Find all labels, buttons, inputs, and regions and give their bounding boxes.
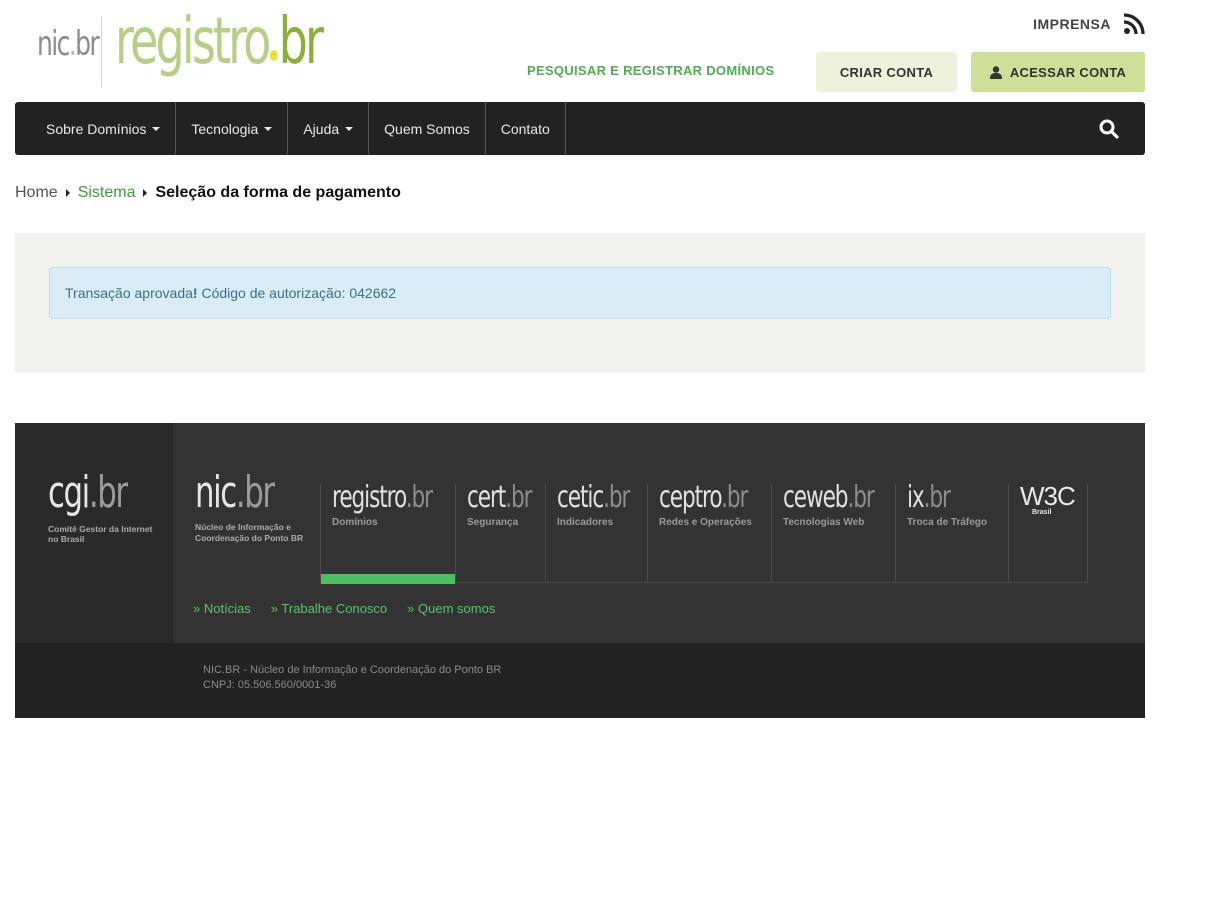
nav-label: Quem Somos [384,120,470,137]
brand-cetic[interactable]: cetic.br Indicadores [545,483,647,583]
nav-item-quem-somos[interactable]: Quem Somos [369,102,486,155]
brand-suffix: br [853,480,875,515]
nic-logo-suffix: br [75,24,100,64]
logo-divider [101,17,102,87]
brand-suffix: br [608,480,631,515]
nic-logo-text: nic [37,24,70,64]
footer-org-name: NIC.BR - Núcleo de Informação e Coordena… [203,664,502,676]
footer-brand-row: registro.br Domínios cert.br Segurança c… [320,480,1088,584]
footer-link-quem-somos[interactable]: » Quem somos [407,601,495,616]
rss-icon[interactable] [1123,13,1145,35]
brand-subtitle: Tecnologias Web [783,517,865,528]
breadcrumb-home[interactable]: Home [15,184,58,202]
site-header: nic.br registro br IMPRENSA PESQUISAR E R… [15,0,1145,100]
footer-link-noticias[interactable]: » Notícias [193,601,251,616]
brand-ceweb[interactable]: ceweb.br Tecnologias Web [771,483,895,583]
brand-cert[interactable]: cert.br Segurança [455,483,545,583]
imprensa-link[interactable]: IMPRENSA [1033,16,1111,32]
brand-suffix: br [411,480,434,515]
alert-text-prefix: Transação aprovada [65,285,193,301]
nic-subtitle: Núcleo de Informação e Coordenação do Po… [195,522,304,543]
search-icon[interactable] [1099,119,1119,139]
nav-item-sobre-dominios[interactable]: Sobre Domínios [31,102,177,155]
nav-item-ajuda[interactable]: Ajuda [288,102,370,155]
footer-links: » Notícias » Trabalhe Conosco » Quem som… [193,601,495,616]
nic-br-logo[interactable]: nic.br [37,24,100,64]
w3c-logo: W3C [1020,481,1076,511]
brand-ix[interactable]: ix.br Troca de Tráfego [895,483,1008,583]
brand-ceptro[interactable]: ceptro.br Redes e Operações [647,483,771,583]
nav-label: Ajuda [303,120,340,137]
footer-cnpj: CNPJ: 05.506.560/0001-36 [203,679,337,691]
nic-footer-logo-text: nic [195,467,237,518]
brand-name: cert [467,480,506,515]
alert-text-suffix: Código de autorização: 042662 [197,285,397,301]
cgi-logo-text: cgi [48,467,90,518]
cgi-logo-suffix: br [97,467,128,518]
nav-label: Sobre Domínios [46,120,147,137]
brand-subtitle: Domínios [332,517,378,528]
breadcrumb-arrow-icon [65,189,70,197]
nav-label: Contato [500,120,550,137]
user-icon [989,65,1002,79]
cgi-subtitle: Comitê Gestor da Internet no Brasil [48,524,153,544]
site-footer: cgi.br Comitê Gestor da Internet no Bras… [15,423,1145,718]
breadcrumb-current: Seleção da forma de pagamento [155,184,401,201]
success-alert: Transação aprovada! Código de autorizaçã… [49,267,1111,319]
brand-subtitle: Troca de Tráfego [907,517,988,528]
logo-dot [269,50,278,61]
brand-suffix: br [726,480,749,515]
content-panel: Transação aprovada! Código de autorizaçã… [15,233,1145,373]
acessar-conta-label: ACESSAR CONTA [1009,64,1127,80]
cgi-br-logo[interactable]: cgi.br [48,471,128,515]
brand-registro[interactable]: registro.br Domínios [320,480,455,584]
acessar-conta-button[interactable]: ACESSAR CONTA [971,52,1145,92]
criar-conta-button[interactable]: CRIAR CONTA [816,52,957,92]
footer-cgi-panel: cgi.br Comitê Gestor da Internet no Bras… [15,423,173,643]
brand-name: ceweb [783,480,849,515]
pesquisar-registrar-link[interactable]: PESQUISAR E REGISTRAR DOMÍNIOS [527,63,774,78]
caret-down-icon [264,126,273,131]
nic-br-footer-logo[interactable]: nic.br [195,471,275,515]
breadcrumb: Home Sistema Seleção da forma de pagamen… [15,184,401,202]
main-navbar: Sobre Domínios Tecnologia Ajuda Quem Som… [15,102,1145,155]
footer-link-trabalhe-conosco[interactable]: » Trabalhe Conosco [271,601,387,616]
brand-name: registro [332,480,407,515]
footer-bottom-bar: NIC.BR - Núcleo de Informação e Coordena… [15,643,1145,718]
breadcrumb-sistema[interactable]: Sistema [78,184,136,202]
brand-suffix: br [929,480,951,515]
registro-logo-suffix: br [278,5,324,79]
nav-label: Tecnologia [191,120,259,137]
registro-br-logo[interactable]: registro br [115,10,324,74]
brand-name: ceptro [659,480,722,515]
footer-info: NIC.BR - Núcleo de Informação e Coordena… [203,663,501,693]
nic-footer-logo-suffix: br [244,467,275,518]
brand-subtitle: Indicadores [557,517,614,528]
nav-item-contato[interactable]: Contato [486,102,566,155]
breadcrumb-arrow-icon [143,189,148,197]
brand-w3c[interactable]: W3C Brasil [1008,483,1088,583]
brand-name: cetic [557,480,604,515]
caret-down-icon [345,126,354,131]
brand-suffix: br [510,480,533,515]
brand-subtitle: Segurança [467,517,519,528]
caret-down-icon [152,126,161,131]
registro-logo-text: registro [115,5,271,79]
nav-item-tecnologia[interactable]: Tecnologia [176,102,289,155]
active-indicator [321,574,455,584]
brand-name: ix [907,480,925,515]
brand-subtitle: Redes e Operações [659,517,752,528]
